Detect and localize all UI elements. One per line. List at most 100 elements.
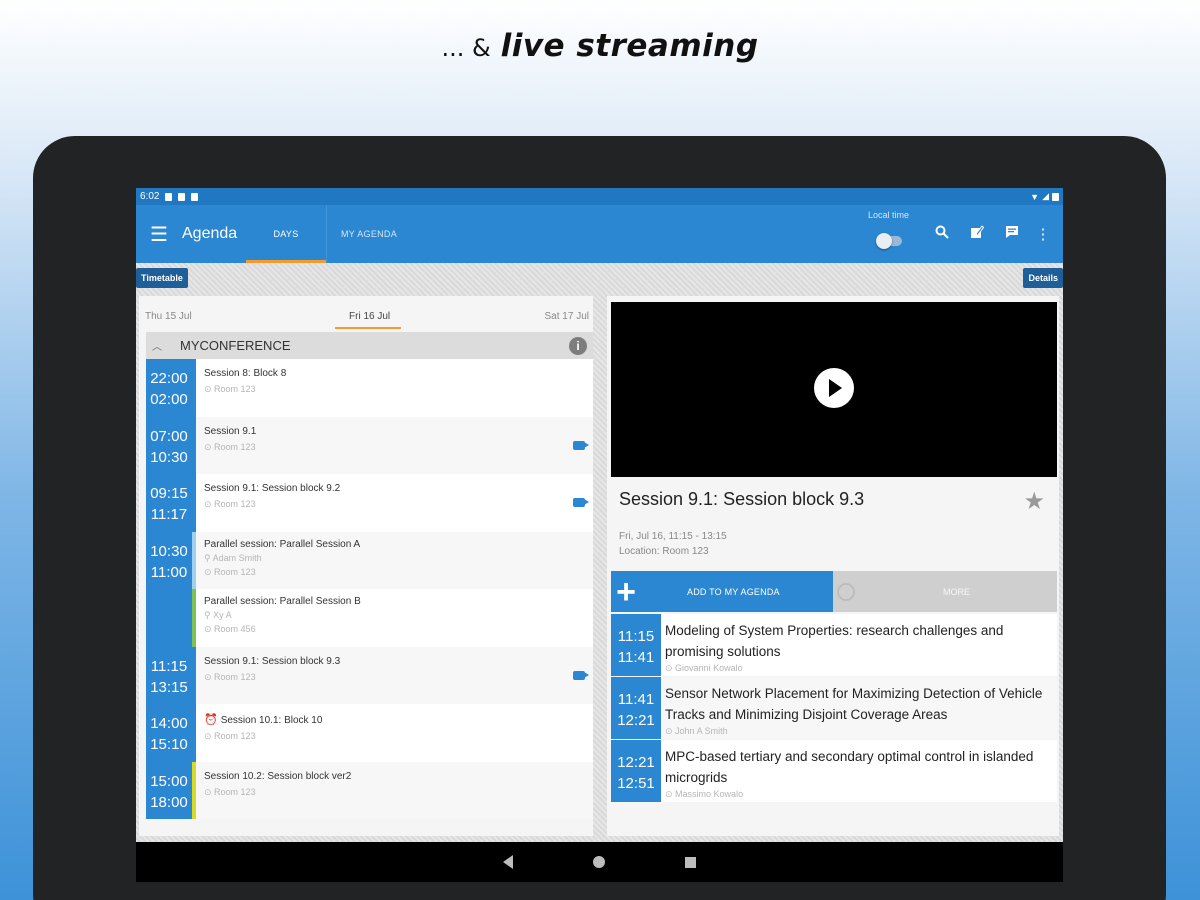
alarm-icon: ⏰ — [204, 714, 218, 726]
session-time: 11:15 13:15 — [146, 646, 192, 704]
talk-start: 12:21 — [617, 754, 655, 771]
session-time: 15:00 18:00 — [146, 761, 192, 819]
detail-meta: Fri, Jul 16, 11:15 - 13:15 Location: Roo… — [619, 529, 727, 559]
home-icon[interactable] — [593, 856, 605, 868]
video-player[interactable] — [611, 302, 1057, 477]
session-room-text: Room 123 — [214, 786, 256, 797]
session-time — [146, 589, 192, 647]
session-row[interactable]: 22:00 02:00 Session 8: Block 8 ⊙ Room 123 — [146, 359, 593, 417]
session-person: ⚲ Xy A — [204, 610, 593, 621]
tab-days[interactable]: DAYS — [246, 205, 326, 263]
location-icon: ⊙ — [204, 384, 215, 394]
talk-author: ⊙ Massimo Kowalo — [665, 789, 1057, 800]
talk-row[interactable]: 11:41 12:21 Sensor Network Placement for … — [611, 677, 1057, 739]
detail-title: Session 9.1: Session block 9.3 — [619, 489, 865, 509]
conference-header[interactable]: ︿ MYCONFERENCE i — [146, 332, 593, 359]
tablet-screen: 6:02 ▼ ◢ ☰ Agenda DAYS MY AGENDA Local t… — [136, 188, 1063, 882]
session-time: 07:00 10:30 — [146, 416, 192, 474]
talk-end: 12:51 — [617, 775, 655, 792]
tab-my-agenda[interactable]: MY AGENDA — [327, 205, 411, 263]
talk-author: ⊙ Giovanni Kowalo — [665, 663, 1057, 674]
person-icon: ⊙ — [665, 789, 676, 799]
more-label: MORE — [943, 586, 970, 597]
session-row[interactable]: Parallel session: Parallel Session B ⚲ Xy… — [146, 589, 593, 647]
status-bar: 6:02 ▼ ◢ — [136, 188, 1063, 205]
session-room: ⊙ Room 123 — [204, 499, 593, 510]
session-room-text: Room 123 — [214, 566, 256, 577]
session-start: 15:00 — [150, 772, 188, 790]
session-room: ⊙ Room 456 — [204, 624, 593, 635]
talk-row[interactable]: 12:21 12:51 MPC-based tertiary and second… — [611, 740, 1057, 802]
headline: ... & live streaming — [0, 28, 1200, 64]
session-end: 11:17 — [150, 506, 188, 523]
session-room: ⊙ Room 123 — [204, 787, 593, 798]
session-row[interactable]: 10:30 11:00 Parallel session: Parallel Se… — [146, 531, 593, 589]
day-next[interactable]: Sat 17 Jul — [545, 311, 589, 322]
talk-author-text: Giovanni Kowalo — [675, 663, 743, 673]
recent-apps-icon[interactable] — [685, 856, 696, 868]
timetable-pane: Thu 15 Jul Fri 16 Jul Sat 17 Jul ︿ MYCON… — [139, 296, 593, 836]
session-room-text: Room 456 — [214, 624, 256, 634]
person-icon: ⚲ — [204, 610, 214, 620]
headline-prefix: ... & — [441, 34, 491, 62]
plus-icon: + — [616, 572, 636, 611]
details-chip[interactable]: Details — [1023, 268, 1063, 288]
session-row[interactable]: 15:00 18:00 Session 10.2: Session block v… — [146, 761, 593, 819]
timetable-chip[interactable]: Timetable — [136, 268, 188, 288]
talk-author: ⊙ John A Smith — [665, 726, 1057, 737]
back-icon[interactable] — [503, 855, 513, 869]
day-current[interactable]: Fri 16 Jul — [349, 311, 390, 322]
edit-icon[interactable] — [959, 225, 994, 243]
talk-start: 11:15 — [617, 628, 655, 645]
session-start: 22:00 — [150, 370, 188, 387]
session-start: 11:15 — [150, 657, 188, 675]
more-button[interactable]: MORE — [833, 571, 1057, 612]
day-prev[interactable]: Thu 15 Jul — [145, 311, 192, 322]
day-selector: Thu 15 Jul Fri 16 Jul Sat 17 Jul — [139, 296, 593, 329]
chevron-up-icon[interactable]: ︿ — [146, 338, 168, 353]
session-room: ⊙ Room 123 — [204, 731, 593, 742]
more-vert-icon[interactable]: ⋮ — [1029, 225, 1057, 243]
star-icon[interactable]: ★ — [1023, 487, 1045, 516]
session-title: Session 9.1: Session block 9.2 — [204, 483, 341, 494]
session-row[interactable]: 11:15 13:15 Session 9.1: Session block 9.… — [146, 646, 593, 704]
search-icon[interactable] — [924, 225, 959, 243]
person-icon: ⊙ — [665, 726, 676, 736]
sub-bar: Timetable Details — [136, 263, 1063, 293]
talk-row[interactable]: 11:15 11:41 Modeling of System Properties… — [611, 614, 1057, 676]
local-time-toggle[interactable] — [876, 233, 902, 249]
menu-icon[interactable]: ☰ — [136, 222, 182, 247]
session-time: 22:00 02:00 — [146, 359, 192, 417]
session-list: 22:00 02:00 Session 8: Block 8 ⊙ Room 123 … — [146, 359, 593, 819]
session-row[interactable]: 07:00 10:30 Session 9.1 ⊙ Room 123 — [146, 416, 593, 474]
session-room-text: Room 123 — [214, 731, 256, 741]
session-time: 09:15 11:17 — [146, 474, 192, 532]
session-end: 02:00 — [150, 391, 188, 408]
session-start: 10:30 — [150, 542, 188, 560]
info-icon[interactable]: i — [569, 336, 587, 355]
play-icon[interactable] — [814, 368, 854, 408]
talk-time: 12:21 12:51 — [611, 740, 661, 802]
talk-time: 11:15 11:41 — [611, 614, 661, 676]
session-room: ⊙ Room 123 — [204, 567, 593, 578]
location-icon: ⊙ — [204, 441, 215, 452]
notes-icon[interactable] — [994, 225, 1029, 243]
wifi-icon: ▼ — [1030, 191, 1040, 202]
session-room: ⊙ Room 123 — [204, 442, 593, 453]
talk-author-text: Massimo Kowalo — [675, 789, 744, 799]
session-person-text: Adam Smith — [212, 552, 262, 563]
session-start: 14:00 — [150, 715, 188, 732]
video-icon — [573, 670, 589, 680]
signal-icon: ◢ — [1042, 191, 1049, 201]
session-end: 18:00 — [150, 793, 188, 811]
talk-title: MPC-based tertiary and secondary optimal… — [665, 749, 1034, 785]
talk-end: 11:41 — [617, 649, 655, 666]
session-time: 14:00 15:10 — [146, 704, 192, 762]
details-pane: Session 9.1: Session block 9.3 ★ Fri, Ju… — [607, 296, 1059, 836]
session-row[interactable]: 14:00 15:10 ⏰ Session 10.1: Block 10 ⊙ Room… — [146, 704, 593, 762]
add-to-agenda-button[interactable]: + ADD TO MY AGENDA — [611, 571, 833, 612]
session-end: 11:00 — [150, 563, 188, 581]
session-room-text: Room 123 — [214, 441, 256, 452]
session-row[interactable]: 09:15 11:17 Session 9.1: Session block 9.… — [146, 474, 593, 532]
notification-icon — [191, 192, 199, 201]
